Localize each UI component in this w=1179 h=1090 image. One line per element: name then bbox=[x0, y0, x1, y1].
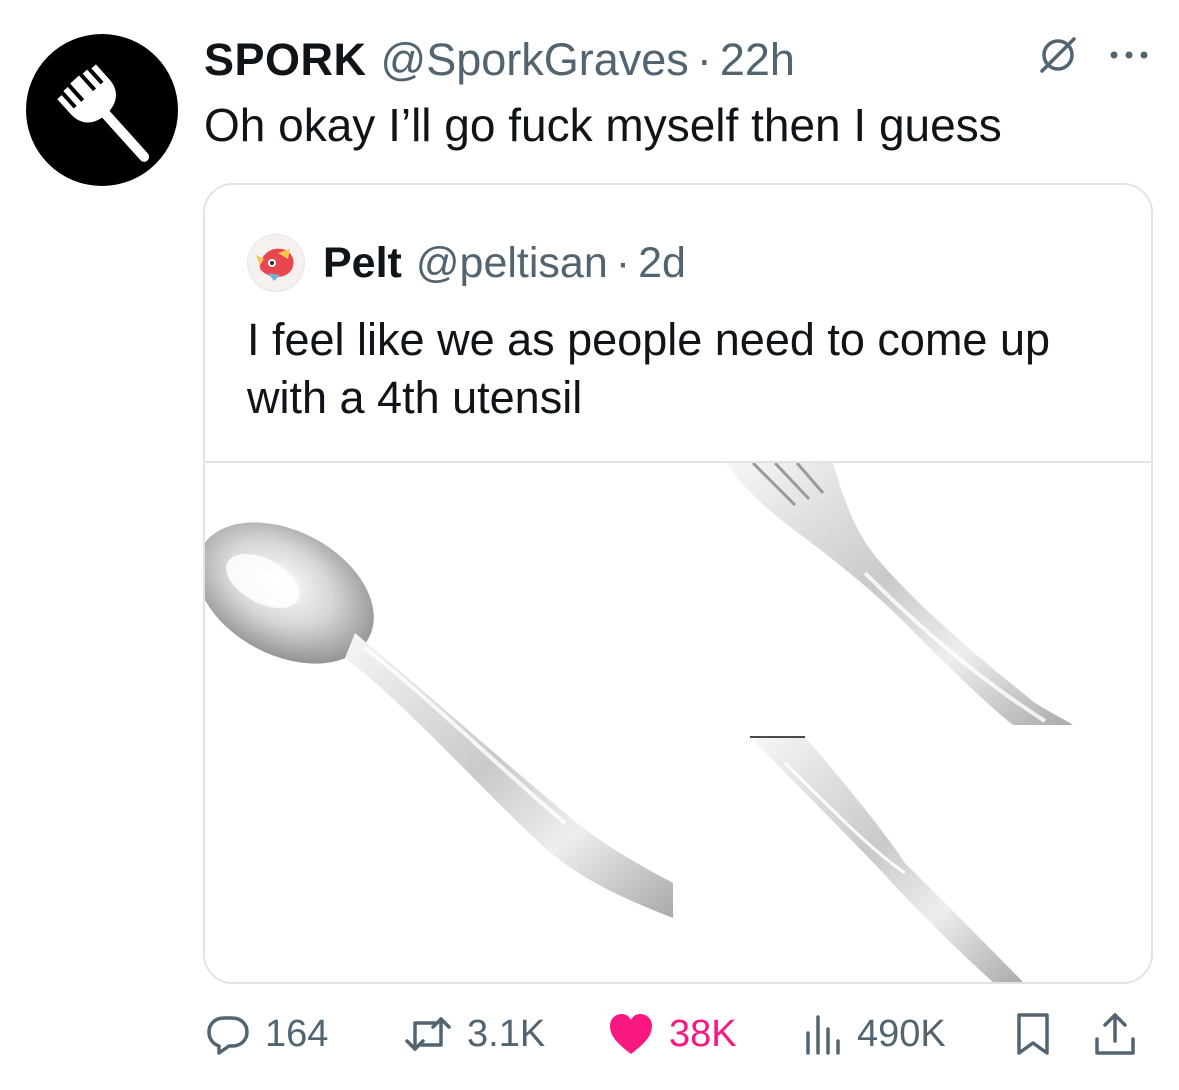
author-display-name[interactable]: SPORK bbox=[204, 34, 367, 86]
like-button[interactable]: 38K bbox=[607, 1004, 737, 1064]
retweet-button[interactable]: 3.1K bbox=[403, 1004, 545, 1064]
spoon-image bbox=[205, 522, 673, 918]
reply-count: 164 bbox=[265, 1012, 329, 1055]
retweet-count: 3.1K bbox=[467, 1012, 546, 1055]
quoted-tweet-card[interactable]: Pelt @peltisan · 2d I feel like we as pe… bbox=[203, 183, 1153, 984]
share-button[interactable] bbox=[1093, 1004, 1151, 1064]
header-icons bbox=[1037, 34, 1149, 76]
heart-icon bbox=[610, 1014, 652, 1054]
knife-image bbox=[750, 736, 1024, 982]
views-icon bbox=[806, 1015, 840, 1055]
tweet-header: SPORK @SporkGraves · 22h bbox=[204, 30, 795, 90]
share-icon bbox=[1095, 1013, 1135, 1055]
bookmark-button[interactable] bbox=[1013, 1004, 1067, 1064]
quoted-author-handle[interactable]: @peltisan bbox=[416, 239, 608, 288]
quoted-author-display-name[interactable]: Pelt bbox=[323, 239, 402, 288]
quoted-tweet-text: I feel like we as people need to come up… bbox=[247, 314, 1051, 423]
grok-slash-icon[interactable] bbox=[1037, 34, 1079, 76]
retweet-icon bbox=[405, 1017, 451, 1051]
quoted-tweet-header: Pelt @peltisan · 2d bbox=[247, 234, 686, 292]
quoted-tweet-timestamp[interactable]: 2d bbox=[638, 239, 686, 288]
quoted-separator-dot: · bbox=[615, 238, 631, 287]
author-avatar[interactable] bbox=[26, 34, 178, 186]
quoted-tweet-media[interactable] bbox=[205, 461, 1151, 982]
more-options-icon[interactable] bbox=[1109, 48, 1149, 62]
quoted-author-avatar[interactable] bbox=[247, 234, 305, 292]
tweet-timestamp[interactable]: 22h bbox=[720, 34, 795, 86]
reply-button[interactable]: 164 bbox=[205, 1004, 328, 1064]
reply-icon bbox=[207, 1016, 249, 1055]
separator-dot: · bbox=[696, 34, 712, 85]
like-count: 38K bbox=[669, 1012, 737, 1055]
view-count: 490K bbox=[857, 1012, 946, 1055]
spork-logo-icon bbox=[57, 64, 150, 162]
views-button[interactable]: 490K bbox=[803, 1004, 946, 1064]
tweet-action-bar: 164 3.1K 38K 490K bbox=[203, 1004, 1149, 1064]
author-handle[interactable]: @SporkGraves bbox=[381, 34, 689, 86]
fork-image bbox=[725, 463, 1073, 725]
bookmark-icon bbox=[1017, 1013, 1049, 1055]
tweet-text: Oh okay I’ll go fuck myself then I guess bbox=[204, 99, 1002, 151]
